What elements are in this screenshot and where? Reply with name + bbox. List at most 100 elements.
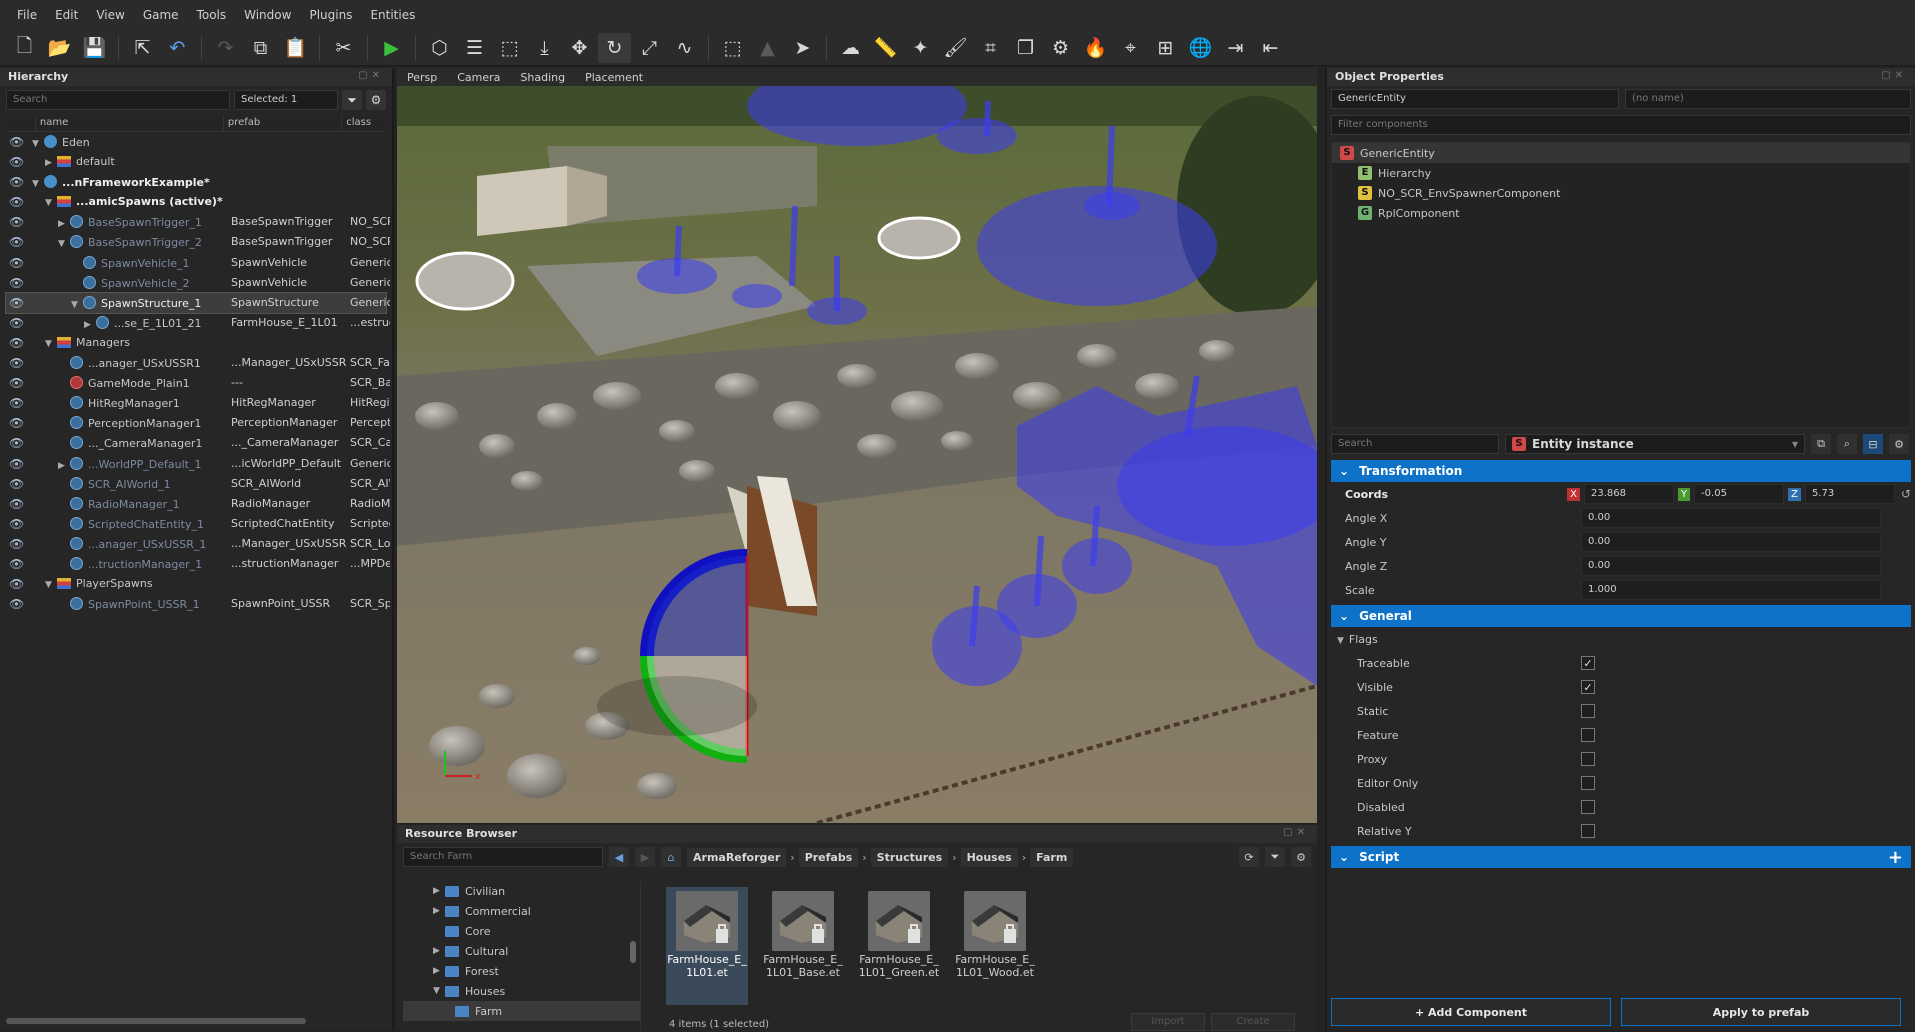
visibility-eye-icon[interactable]: 👁 [9, 235, 24, 249]
redo-icon[interactable]: ↷ [209, 33, 242, 63]
breadcrumb-item[interactable]: ArmaReforger [687, 847, 787, 867]
asset-tile[interactable]: FarmHouse_E_1L01_Base.et [762, 887, 844, 1005]
hierarchy-scrollbar[interactable] [6, 1018, 306, 1024]
layers-icon[interactable]: ☰ [458, 33, 491, 63]
hierarchy-row[interactable]: 👁 RadioManager_1 RadioManager RadioMa [6, 494, 390, 514]
script-section[interactable]: ⌄ Script + [1331, 846, 1911, 868]
fire-icon[interactable]: 🔥 [1079, 33, 1112, 63]
hierarchy-row[interactable]: 👁 ..._CameraManager1 ..._CameraManager SCR_… [6, 433, 390, 453]
grid-icon[interactable]: ⊞ [1149, 33, 1182, 63]
scale-icon[interactable]: ⤢ [633, 33, 666, 63]
add-component-button[interactable]: + Add Component [1331, 998, 1611, 1026]
visibility-eye-icon[interactable]: 👁 [9, 497, 24, 511]
visibility-eye-icon[interactable]: 👁 [9, 296, 24, 310]
flag-checkbox[interactable] [1581, 704, 1595, 718]
folder-item[interactable]: Farm [403, 1001, 640, 1021]
settings-gear-icon[interactable]: ⚙ [1889, 434, 1909, 454]
panel-controls[interactable]: ▢✕ [1283, 827, 1309, 841]
expand-right-icon[interactable]: ▶ [433, 906, 445, 916]
expand-down-icon[interactable]: ▼ [32, 139, 44, 149]
hierarchy-row[interactable]: 👁 ...anager_USxUSSR1 ...Manager_USxUSSR SCR… [6, 353, 390, 373]
hierarchy-search-input[interactable]: Search [6, 90, 230, 110]
hierarchy-row[interactable]: 👁 ▼ ...nFrameworkExample* [6, 172, 386, 192]
component-item[interactable]: E Hierarchy [1332, 163, 1910, 183]
hierarchy-row[interactable]: 👁 HitRegManager1 HitRegManager HitRegis [6, 393, 390, 413]
hierarchy-row[interactable]: 👁 GameMode_Plain1 --- SCR_Bas [6, 373, 390, 393]
home-icon[interactable]: ⌂ [661, 847, 681, 867]
hierarchy-row[interactable]: 👁 SCR_AIWorld_1 SCR_AIWorld SCR_AIW [6, 474, 390, 494]
visibility-eye-icon[interactable]: 👁 [9, 215, 24, 229]
visibility-eye-icon[interactable]: 👁 [9, 276, 24, 290]
folder-scrollbar[interactable] [630, 941, 636, 963]
expand-down-icon[interactable]: ▼ [45, 339, 57, 349]
visibility-eye-icon[interactable]: 👁 [9, 336, 24, 350]
tab-shading[interactable]: Shading [520, 71, 565, 84]
component-item[interactable]: S GenericEntity [1332, 143, 1910, 163]
crop-icon[interactable]: ⌗ [974, 33, 1007, 63]
expand-right-icon[interactable]: ▶ [45, 158, 57, 168]
visibility-eye-icon[interactable]: 👁 [9, 256, 24, 270]
flag-checkbox[interactable] [1581, 776, 1595, 790]
folder-item[interactable]: ▶ Civilian [403, 881, 640, 901]
visibility-eye-icon[interactable]: 👁 [9, 416, 24, 430]
component-item[interactable]: G RplComponent [1332, 203, 1910, 223]
open-external-icon[interactable]: ⧉ [1811, 434, 1831, 454]
create-button[interactable]: Create [1211, 1013, 1295, 1031]
visibility-eye-icon[interactable]: 👁 [9, 396, 24, 410]
visibility-eye-icon[interactable]: 👁 [9, 356, 24, 370]
col-name[interactable]: name [36, 116, 224, 131]
apply-to-prefab-button[interactable]: Apply to prefab [1621, 998, 1901, 1026]
expand-down-icon[interactable]: ▼ [71, 300, 83, 310]
menu-edit[interactable]: Edit [46, 8, 87, 22]
expand-right-icon[interactable]: ▶ [433, 886, 445, 896]
visibility-eye-icon[interactable]: 👁 [9, 537, 24, 551]
stack-icon[interactable]: ❐ [1009, 33, 1042, 63]
expand-down-icon[interactable]: ▼ [45, 198, 57, 208]
field-input[interactable]: 0.00 [1581, 508, 1881, 528]
import-button[interactable]: Import [1131, 1013, 1205, 1031]
coord-y-input[interactable]: -0.05 [1694, 484, 1785, 504]
panel-controls[interactable]: ▢✕ [358, 70, 384, 84]
open-folder-icon[interactable]: 📂 [43, 33, 76, 63]
general-section[interactable]: ⌄ General [1331, 605, 1911, 627]
asset-tile[interactable]: FarmHouse_E_1L01_Green.et [858, 887, 940, 1005]
paste-icon[interactable]: 📋 [279, 33, 312, 63]
rotate-icon[interactable]: ↻ [598, 32, 631, 63]
field-input[interactable]: 0.00 [1581, 556, 1881, 576]
globe-icon[interactable]: 🌐 [1184, 33, 1217, 63]
visibility-eye-icon[interactable]: 👁 [9, 135, 24, 149]
filter-icon[interactable]: ⏷ [1265, 847, 1285, 867]
settings-gear-icon[interactable]: ⚙ [1291, 847, 1311, 867]
weather-icon[interactable]: ☁ [834, 33, 867, 63]
visibility-eye-icon[interactable]: 👁 [9, 175, 24, 189]
col-class[interactable]: class [342, 116, 386, 131]
hierarchy-row[interactable]: 👁 ...anager_USxUSSR_1 ...Manager_USxUSSR SC… [6, 534, 390, 554]
expand-down-icon[interactable]: ▼ [58, 239, 70, 249]
hierarchy-row[interactable]: 👁 ▶ default [6, 152, 386, 172]
transformation-section[interactable]: ⌄ Transformation [1331, 460, 1911, 482]
hierarchy-row[interactable]: 👁 SpawnVehicle_2 SpawnVehicle GenericE [6, 273, 390, 293]
visibility-eye-icon[interactable]: 👁 [9, 195, 24, 209]
arrow-icon[interactable]: ➤ [786, 33, 819, 63]
expand-right-icon[interactable]: ▶ [433, 966, 445, 976]
world-viewport[interactable]: Persp Camera Shading Placement x [397, 68, 1317, 823]
select-region-icon[interactable]: ⬚ [493, 33, 526, 63]
gear-icon[interactable]: ⚙ [1044, 33, 1077, 63]
box-select-icon[interactable]: ⬚ [716, 33, 749, 63]
filter-icon[interactable]: ⏷ [342, 90, 362, 110]
entity-instance-dropdown[interactable]: S Entity instance ▾ [1505, 434, 1805, 454]
flag-checkbox[interactable]: ✓ [1581, 656, 1595, 670]
visibility-eye-icon[interactable]: 👁 [9, 457, 24, 471]
flag-checkbox[interactable] [1581, 752, 1595, 766]
folder-item[interactable]: ▶ Forest [403, 961, 640, 981]
ruler-icon[interactable]: 📏 [869, 33, 902, 63]
hierarchy-row[interactable]: 👁 ScriptedChatEntity_1 ScriptedChatEntity S… [6, 514, 390, 534]
expand-down-icon[interactable]: ▼ [433, 986, 445, 996]
flag-checkbox[interactable] [1581, 728, 1595, 742]
add-icon[interactable]: + [1888, 847, 1903, 868]
flags-row[interactable]: ▼ Flags [1331, 627, 1911, 651]
asset-tile[interactable]: FarmHouse_E_1L01_Wood.et [954, 887, 1036, 1005]
breadcrumb-item[interactable]: Farm [1030, 847, 1074, 867]
tree-view-icon[interactable]: ⊟ [1863, 434, 1883, 454]
curve-icon[interactable]: ∿ [668, 33, 701, 63]
